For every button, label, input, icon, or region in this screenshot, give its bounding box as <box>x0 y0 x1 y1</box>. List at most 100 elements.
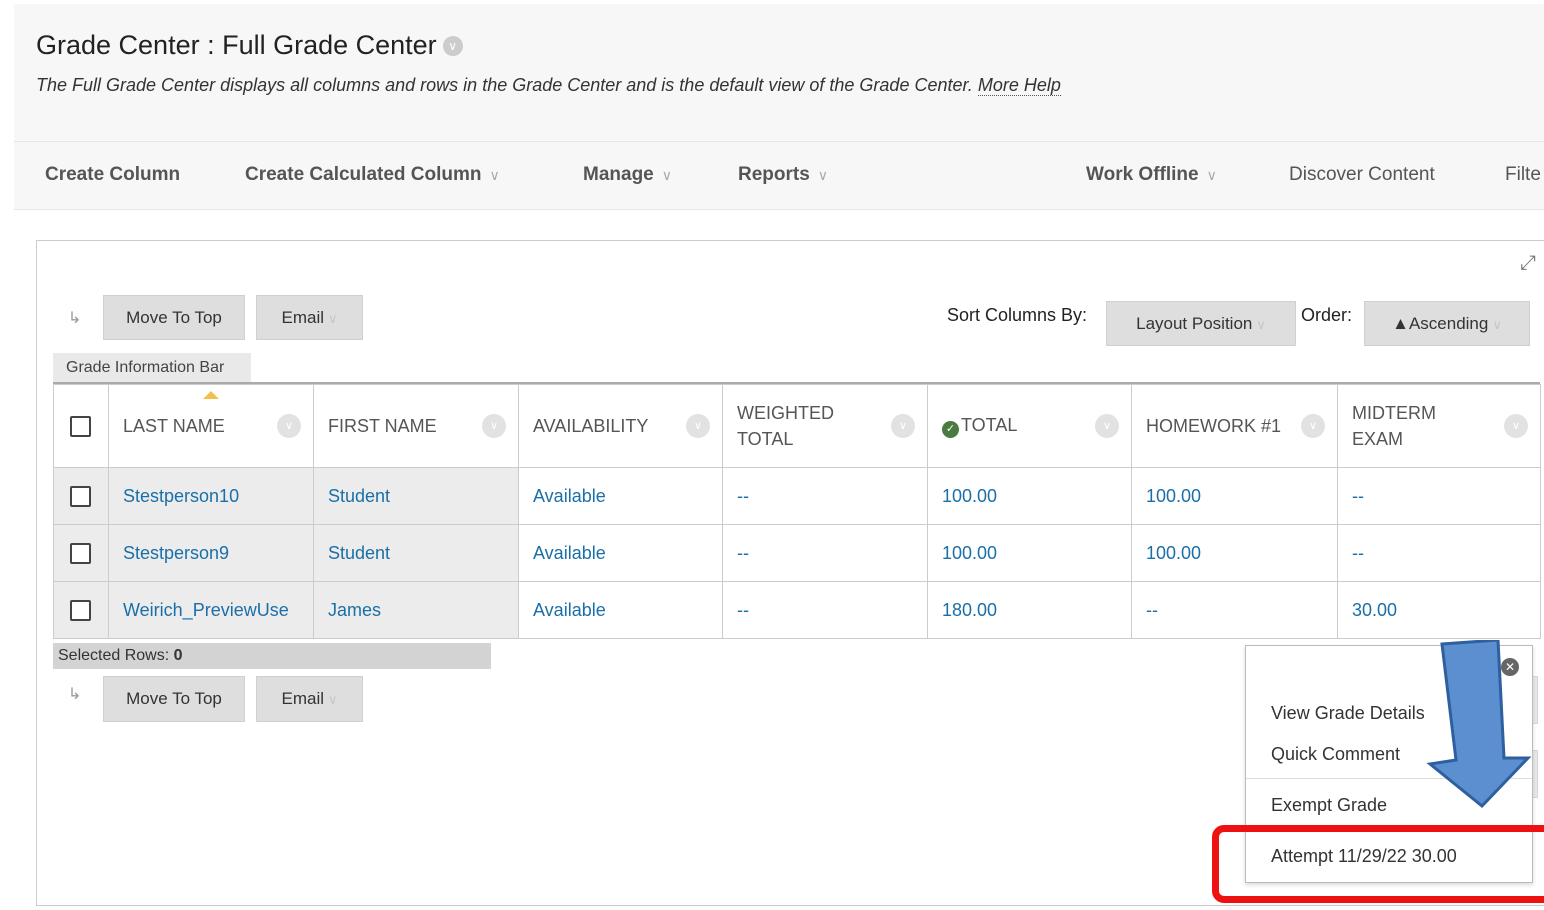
page-title: Grade Center : Full Grade Center ∨ <box>36 30 463 61</box>
last-name-cell[interactable]: Stestperson10 <box>108 467 314 525</box>
page-description-text: The Full Grade Center displays all colum… <box>36 75 973 95</box>
midterm-cell[interactable]: -- <box>1337 524 1541 582</box>
column-menu-icon[interactable]: ∨ <box>1301 414 1325 438</box>
checkmark-icon: ✓ <box>942 420 959 438</box>
row-checkbox[interactable] <box>70 485 91 507</box>
chevron-down-icon: ∨ <box>328 692 338 707</box>
email-button-bottom[interactable]: Email ∨ <box>256 676 363 722</box>
weighted-total-cell[interactable]: -- <box>722 581 928 639</box>
reports-menu[interactable]: Reports ∨ <box>738 164 828 186</box>
column-header-midterm[interactable]: MIDTERM EXAM ∨ <box>1337 384 1541 468</box>
column-header-total[interactable]: ✓ TOTAL ∨ <box>927 384 1132 468</box>
homework1-cell[interactable]: 100.00 <box>1131 524 1338 582</box>
move-to-top-label: Move To Top <box>126 308 222 327</box>
availability-cell[interactable]: Available <box>518 467 723 525</box>
column-menu-icon[interactable]: ∨ <box>1095 414 1119 438</box>
first-name-cell[interactable]: James <box>313 581 519 639</box>
first-name-cell[interactable]: Student <box>313 467 519 525</box>
column-header-first-name[interactable]: FIRST NAME ∨ <box>313 384 519 468</box>
column-header-weighted-total[interactable]: WEIGHTED TOTAL ∨ <box>722 384 928 468</box>
homework1-cell[interactable]: 100.00 <box>1131 467 1338 525</box>
fullscreen-icon[interactable]: ⤢ <box>1520 252 1536 275</box>
availability-cell[interactable]: Available <box>518 524 723 582</box>
grid-header-row: LAST NAME ∨ FIRST NAME ∨ AVAILABILITY ∨ WEI… <box>53 384 1541 468</box>
more-help-link[interactable]: More Help <box>977 75 1061 96</box>
email-label: Email <box>281 689 324 708</box>
table-row: Stestperson9 Student Available -- 100.00… <box>53 524 1541 582</box>
menu-item-exempt-grade[interactable]: Exempt Grade <box>1271 795 1387 816</box>
midterm-cell[interactable]: 30.00 <box>1337 581 1541 639</box>
chevron-down-icon: ∨ <box>817 167 829 183</box>
email-button[interactable]: Email ∨ <box>256 295 363 340</box>
sort-columns-label: Sort Columns By: <box>947 305 1088 325</box>
row-checkbox[interactable] <box>70 599 91 621</box>
manage-menu[interactable]: Manage ∨ <box>583 164 672 186</box>
filter-label: Filte <box>1505 164 1541 185</box>
manage-label: Manage <box>583 164 654 185</box>
selected-rows-label: Selected Rows: <box>58 647 174 664</box>
column-menu-icon[interactable]: ∨ <box>891 414 915 438</box>
grade-grid: LAST NAME ∨ FIRST NAME ∨ AVAILABILITY ∨ WEI… <box>53 384 1541 639</box>
order-value: ▲Ascending <box>1392 314 1489 333</box>
order-label: Order: <box>1301 305 1353 325</box>
menu-item-view-grade-details[interactable]: View Grade Details <box>1271 703 1425 724</box>
filter-link[interactable]: Filte <box>1505 164 1541 186</box>
chevron-down-icon: ∨ <box>661 167 672 183</box>
select-all-cell <box>53 384 109 468</box>
column-menu-icon[interactable]: ∨ <box>482 414 506 438</box>
table-row: Weirich_PreviewUse James Available -- 18… <box>53 581 1541 639</box>
selected-rows-bar: Selected Rows: 0 <box>53 643 491 669</box>
total-cell[interactable]: 100.00 <box>927 467 1132 525</box>
column-header-label: WEIGHTED TOTAL <box>737 403 834 449</box>
column-header-label: TOTAL <box>961 414 1018 435</box>
move-to-top-label: Move To Top <box>126 689 222 708</box>
weighted-total-cell[interactable]: -- <box>722 524 928 582</box>
row-select-cell <box>53 581 109 639</box>
total-cell[interactable]: 180.00 <box>927 581 1132 639</box>
first-name-cell[interactable]: Student <box>313 524 519 582</box>
chevron-down-icon: ∨ <box>1492 317 1502 332</box>
column-menu-icon[interactable]: ∨ <box>277 414 301 438</box>
last-name-cell[interactable]: Weirich_PreviewUse <box>108 581 314 639</box>
column-header-last-name[interactable]: LAST NAME ∨ <box>108 384 314 468</box>
column-menu-icon[interactable]: ∨ <box>1504 414 1528 438</box>
homework1-cell[interactable]: -- <box>1131 581 1338 639</box>
annotation-arrow-icon <box>1426 640 1532 809</box>
column-header-label: FIRST NAME <box>328 415 437 436</box>
discover-content-link[interactable]: Discover Content <box>1289 164 1435 186</box>
sort-columns-select[interactable]: Layout Position ∨ <box>1106 301 1296 346</box>
last-name-cell[interactable]: Stestperson9 <box>108 524 314 582</box>
total-cell[interactable]: 100.00 <box>927 524 1132 582</box>
action-bar: Create Column Create Calculated Column ∨ … <box>14 141 1544 210</box>
column-header-homework1[interactable]: HOMEWORK #1 ∨ <box>1131 384 1338 468</box>
selected-rows-count: 0 <box>173 647 183 664</box>
chevron-down-icon: ∨ <box>489 167 500 183</box>
sort-ascending-icon <box>203 391 219 399</box>
discover-content-label: Discover Content <box>1289 164 1435 185</box>
column-header-label: AVAILABILITY <box>533 415 649 436</box>
column-header-label: MIDTERM EXAM <box>1352 403 1436 449</box>
midterm-cell[interactable]: -- <box>1337 467 1541 525</box>
work-offline-label: Work Offline <box>1086 164 1199 185</box>
column-menu-icon[interactable]: ∨ <box>686 414 710 438</box>
availability-cell[interactable]: Available <box>518 581 723 639</box>
sort-columns-value: Layout Position <box>1136 314 1253 333</box>
move-to-top-button[interactable]: Move To Top <box>103 295 245 340</box>
create-calculated-column-menu[interactable]: Create Calculated Column ∨ <box>245 164 500 186</box>
column-header-label: LAST NAME <box>123 415 225 436</box>
column-header-availability[interactable]: AVAILABILITY ∨ <box>518 384 723 468</box>
row-select-cell <box>53 524 109 582</box>
row-checkbox[interactable] <box>70 542 91 564</box>
page-description: The Full Grade Center displays all colum… <box>36 75 1061 96</box>
chevron-down-icon: ∨ <box>1256 317 1266 332</box>
highlight-box <box>1212 825 1544 903</box>
move-to-top-button-bottom[interactable]: Move To Top <box>103 676 245 722</box>
create-column-button[interactable]: Create Column <box>45 164 180 186</box>
order-select[interactable]: ▲Ascending ∨ <box>1364 301 1530 346</box>
chevron-down-icon: ∨ <box>328 311 338 326</box>
menu-item-quick-comment[interactable]: Quick Comment <box>1271 744 1400 765</box>
title-chevron-down-icon[interactable]: ∨ <box>442 36 463 56</box>
weighted-total-cell[interactable]: -- <box>722 467 928 525</box>
select-all-checkbox[interactable] <box>70 415 91 437</box>
work-offline-menu[interactable]: Work Offline ∨ <box>1086 164 1217 186</box>
